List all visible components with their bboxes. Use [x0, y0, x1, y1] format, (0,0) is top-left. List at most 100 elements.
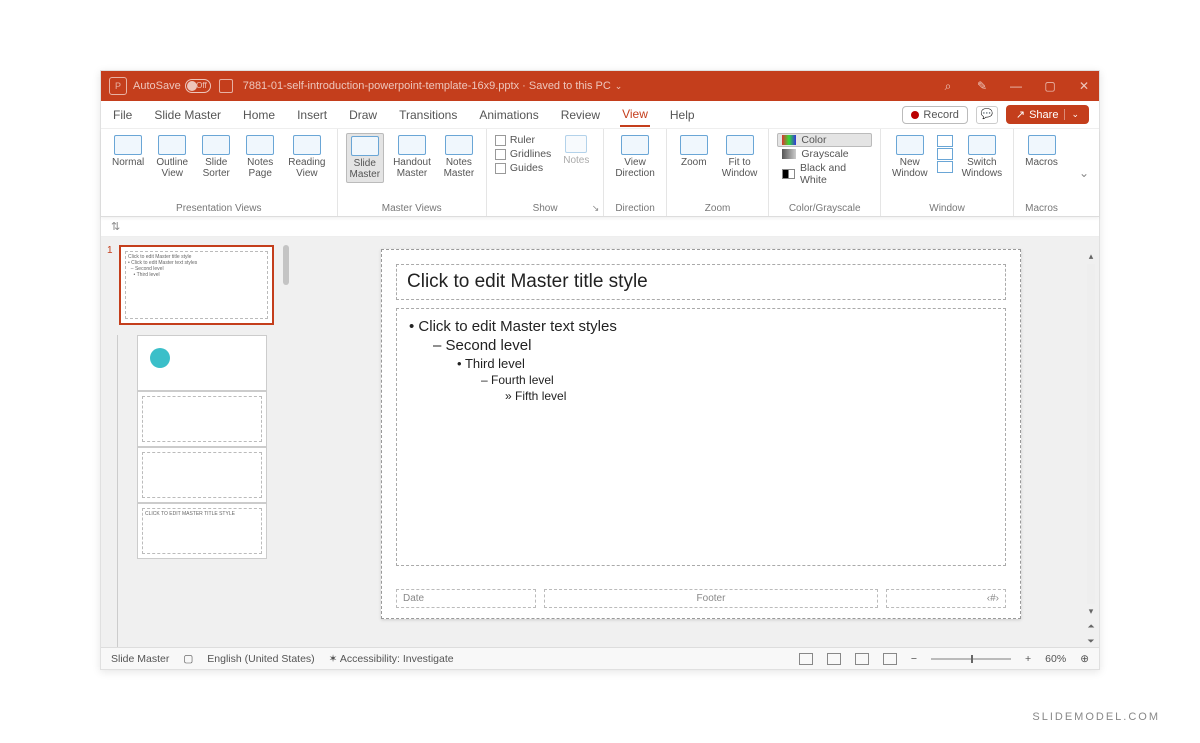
title-placeholder[interactable]: Click to edit Master title style	[396, 264, 1006, 300]
switch-windows-button[interactable]: Switch Windows	[959, 133, 1006, 181]
dialog-launcher-icon[interactable]: ↘	[592, 203, 600, 214]
view-direction-button[interactable]: View Direction	[612, 133, 657, 181]
fit-to-window-icon[interactable]: ⊕	[1080, 653, 1089, 665]
footer-placeholders: Date Footer ‹#›	[396, 589, 1006, 608]
notes-page-button[interactable]: Notes Page	[241, 133, 279, 181]
zoom-icon	[680, 135, 708, 155]
pen-icon[interactable]: ✎	[975, 79, 989, 93]
zoom-button[interactable]: Zoom	[675, 133, 713, 170]
layout-thumbnail[interactable]	[137, 335, 267, 391]
tab-help[interactable]: Help	[668, 104, 697, 126]
slide-sorter-button[interactable]: Slide Sorter	[197, 133, 235, 181]
switch-icon	[968, 135, 996, 155]
ruler-checkbox[interactable]: Ruler	[495, 133, 551, 147]
zoom-in-icon[interactable]: +	[1025, 653, 1031, 665]
outline-view-button[interactable]: Outline View	[153, 133, 191, 181]
layout-thumbnail[interactable]: CLICK TO EDIT MASTER TITLE STYLE	[137, 503, 267, 559]
slideshow-view-icon[interactable]	[883, 653, 897, 665]
status-accessibility[interactable]: ✶ Accessibility: Investigate	[329, 653, 454, 665]
master-slide-canvas[interactable]: Click to edit Master title style Click t…	[381, 249, 1021, 619]
autosave-label: AutoSave	[133, 80, 181, 92]
body-placeholder[interactable]: Click to edit Master text styles Second …	[396, 308, 1006, 566]
move-split-icon[interactable]	[937, 161, 953, 173]
minimize-icon[interactable]: —	[1009, 79, 1023, 93]
grayscale-button[interactable]: Grayscale	[777, 147, 872, 161]
status-language[interactable]: English (United States)	[207, 653, 314, 665]
tab-view[interactable]: View	[620, 103, 650, 127]
close-icon[interactable]: ✕	[1077, 79, 1091, 93]
comments-icon[interactable]: 💬	[976, 106, 998, 124]
autosave-toggle[interactable]: AutoSave	[133, 79, 211, 93]
watermark: SLIDEMODEL.COM	[1032, 711, 1160, 723]
app-icon: P	[109, 77, 127, 95]
prev-slide-icon[interactable]: ⏶	[1087, 619, 1095, 634]
notes-button: Notes	[557, 133, 595, 168]
slide-master-button[interactable]: Slide Master	[346, 133, 385, 183]
sorter-view-icon[interactable]	[827, 653, 841, 665]
cascade-icon[interactable]	[937, 148, 953, 160]
document-title[interactable]: 7881-01-self-introduction-powerpoint-tem…	[243, 80, 623, 92]
color-button[interactable]: Color	[777, 133, 872, 147]
fit-window-button[interactable]: Fit to Window	[719, 133, 761, 181]
thumb-number: 1	[107, 245, 115, 325]
notes-master-button[interactable]: Notes Master	[440, 133, 478, 181]
chevron-down-icon[interactable]: ⌄	[1064, 109, 1079, 120]
tab-slide-master[interactable]: Slide Master	[152, 104, 223, 126]
outline-icon	[158, 135, 186, 155]
handout-master-button[interactable]: Handout Master	[390, 133, 434, 181]
chevron-down-icon: ⌄	[615, 81, 623, 91]
zoom-level[interactable]: 60%	[1045, 653, 1066, 665]
tab-draw[interactable]: Draw	[347, 104, 379, 126]
thumbnail-pane[interactable]: 1 Click to edit Master title style• Clic…	[101, 237, 291, 647]
notes-master-icon	[445, 135, 473, 155]
menu-bar: File Slide Master Home Insert Draw Trans…	[101, 101, 1099, 129]
scroll-down-icon[interactable]: ▾	[1087, 604, 1095, 619]
display-settings-icon[interactable]: ▢	[183, 653, 193, 665]
notes-icon	[565, 135, 587, 153]
group-master-views: Slide Master Handout Master Notes Master…	[338, 129, 487, 216]
tab-transitions[interactable]: Transitions	[397, 104, 459, 126]
layout-thumbnail[interactable]	[137, 391, 267, 447]
date-placeholder[interactable]: Date	[396, 589, 536, 608]
collapse-ribbon-chevron-icon[interactable]: ⌄	[1069, 129, 1099, 216]
share-button[interactable]: ↗Share⌄	[1006, 105, 1089, 124]
scroll-up-icon[interactable]: ▴	[1087, 249, 1095, 264]
tab-insert[interactable]: Insert	[295, 104, 329, 126]
search-icon[interactable]: ⌕	[941, 79, 955, 93]
reading-view-button[interactable]: Reading View	[285, 133, 328, 181]
zoom-slider[interactable]	[931, 658, 1011, 660]
guides-checkbox[interactable]: Guides	[495, 161, 551, 175]
arrange-all-icon[interactable]	[937, 135, 953, 147]
next-slide-icon[interactable]: ⏷	[1087, 634, 1095, 647]
gridlines-checkbox[interactable]: Gridlines	[495, 147, 551, 161]
save-icon[interactable]	[219, 79, 233, 93]
tab-review[interactable]: Review	[559, 104, 602, 126]
slide-number-placeholder[interactable]: ‹#›	[886, 589, 1006, 608]
bw-swatch-icon	[782, 169, 795, 179]
slide-master-icon	[351, 136, 379, 156]
quick-access-row: ⇅	[101, 217, 1099, 237]
group-color-grayscale: Color Grayscale Black and White Color/Gr…	[769, 129, 881, 216]
toggle-off-icon[interactable]	[185, 79, 211, 93]
vertical-scrollbar[interactable]: ▴ ▾ ⏶ ⏷	[1087, 249, 1095, 647]
reading-view-icon[interactable]	[855, 653, 869, 665]
tab-home[interactable]: Home	[241, 104, 277, 126]
zoom-out-icon[interactable]: −	[911, 653, 917, 665]
normal-view-icon[interactable]	[799, 653, 813, 665]
record-button[interactable]: Record	[902, 106, 967, 124]
normal-button[interactable]: Normal	[109, 133, 147, 170]
tab-animations[interactable]: Animations	[477, 104, 540, 126]
layout-thumbnail[interactable]	[137, 447, 267, 503]
status-mode[interactable]: Slide Master	[111, 653, 169, 665]
macros-button[interactable]: Macros	[1022, 133, 1061, 170]
qat-dropdown-icon[interactable]: ⇅	[111, 220, 120, 233]
black-white-button[interactable]: Black and White	[777, 161, 872, 187]
slide-canvas-area[interactable]: Click to edit Master title style Click t…	[291, 237, 1099, 647]
body-level-1: Click to edit Master text styles	[409, 317, 993, 336]
footer-placeholder[interactable]: Footer	[544, 589, 878, 608]
new-window-button[interactable]: New Window	[889, 133, 931, 181]
tab-file[interactable]: File	[111, 104, 134, 126]
master-thumbnail[interactable]: Click to edit Master title style• Click …	[119, 245, 274, 325]
maximize-icon[interactable]: ▢	[1043, 79, 1057, 93]
scrollbar-thumb[interactable]	[283, 245, 289, 285]
